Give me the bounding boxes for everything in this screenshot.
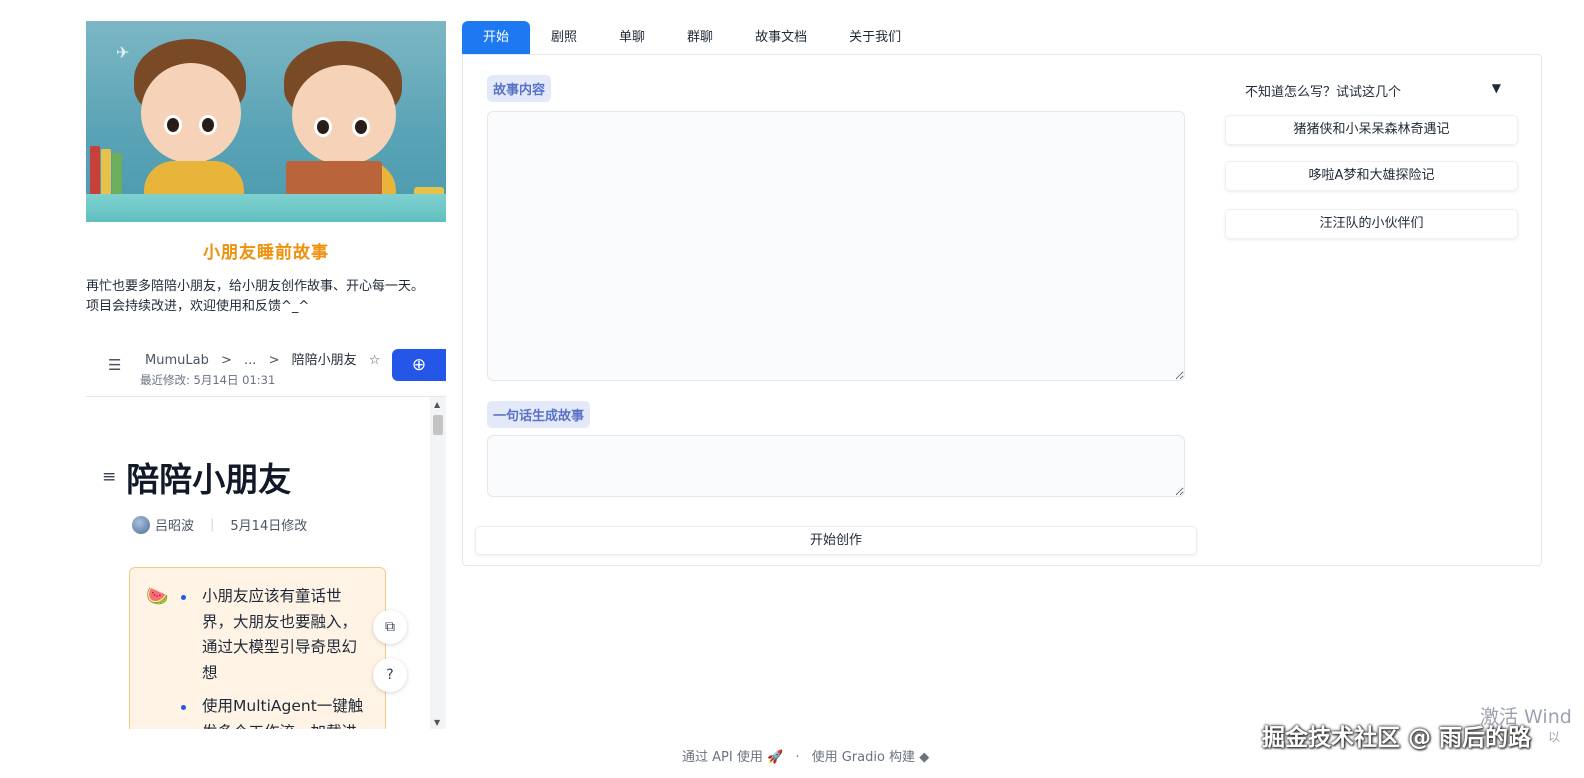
globe-icon: ⊕ <box>411 355 427 375</box>
doc-date: 5月14日修改 <box>230 519 308 534</box>
app-title: 小朋友睡前故事 <box>203 243 329 263</box>
tab-about-us[interactable]: 关于我们 <box>828 21 922 54</box>
scrollbar[interactable]: ▲ ▼ <box>430 397 446 729</box>
tab-start[interactable]: 开始 <box>462 21 531 54</box>
breadcrumb-more[interactable]: ... <box>244 353 256 368</box>
examples-title: 不知道怎么写？试试这几个 <box>1245 85 1402 100</box>
example-button[interactable]: 汪汪队的小伙伴们 <box>1225 209 1518 239</box>
scroll-up-icon[interactable]: ▲ <box>434 400 440 409</box>
toc-icon[interactable]: ≡ <box>102 467 116 487</box>
book-spine <box>90 146 100 198</box>
callout-block: 🍉 小朋友应该有童话世界，大朋友也要融入，通过大模型引导奇思幻想 使用Multi… <box>129 567 386 729</box>
example-button[interactable]: 哆啦A梦和大雄探险记 <box>1225 161 1518 191</box>
kid-eye <box>164 115 182 135</box>
hero-illustration: ✈ <box>86 21 446 222</box>
activate-windows-subtext: 以 <box>1548 730 1561 744</box>
sentence-input[interactable] <box>487 435 1185 497</box>
kid-face <box>292 65 396 165</box>
description-line: 项目会持续改进，欢迎使用和反馈^_^ <box>86 299 310 314</box>
built-with-gradio-link[interactable]: 使用 Gradio 构建 <box>812 750 915 765</box>
scroll-down-icon[interactable]: ▼ <box>434 718 440 727</box>
doc-title-row: ≡ 陪陪小朋友 <box>102 453 291 501</box>
doc-meta: 吕昭波 | 5月14日修改 <box>132 515 307 534</box>
source-watermark: 掘金技术社区 @ 雨后的路 <box>1262 725 1532 751</box>
help-button[interactable]: ? <box>373 658 407 692</box>
kid-eye <box>352 117 370 137</box>
footer-separator: · <box>795 750 800 765</box>
copy-icon: ⧉ <box>385 619 395 635</box>
story-content-label: 故事内容 <box>487 75 552 102</box>
meta-divider: | <box>210 517 215 532</box>
breadcrumb-item[interactable]: MumuLab <box>145 353 209 368</box>
airplane-icon: ✈ <box>116 43 130 62</box>
story-content-input[interactable] <box>487 111 1185 381</box>
collapse-menu-icon[interactable]: ☰ <box>108 356 121 374</box>
list-item: 使用MultiAgent一键触发多个工作流，加载进 <box>174 694 370 729</box>
tab-stills[interactable]: 剧照 <box>530 21 598 54</box>
footer: 通过 API 使用 🚀 · 使用 Gradio 构建 ◆ <box>682 746 929 765</box>
tab-single-chat[interactable]: 单聊 <box>598 21 666 54</box>
star-icon[interactable]: ☆ <box>369 353 381 368</box>
callout-list: 小朋友应该有童话世界，大朋友也要融入，通过大模型引导奇思幻想 使用MultiAg… <box>174 584 370 729</box>
start-panel: 故事内容 一句话生成故事 开始创作 不知道怎么写？试试这几个 ▼ 猪猪侠和小呆呆… <box>462 54 1542 566</box>
last-modified: 最近修改: 5月14日 01:31 <box>140 373 276 387</box>
breadcrumb-current: 陪陪小朋友 <box>291 353 357 368</box>
help-icon: ? <box>386 667 394 683</box>
kid-eye <box>199 115 217 135</box>
desk <box>86 194 446 222</box>
kid-face <box>141 63 241 163</box>
rocket-icon: 🚀 <box>766 750 784 765</box>
left-column: ✈ 小朋友睡前故事 再忙也要多陪陪小朋友，给小朋友创作故事、开心每一天。 项目会… <box>86 21 446 729</box>
breadcrumb-separator: > <box>268 353 280 368</box>
tab-group-chat[interactable]: 群聊 <box>666 21 734 54</box>
doc-header: ☰ MumuLab > ... > 陪陪小朋友 ☆ 最近修改: 5月14日 01… <box>86 341 446 397</box>
scroll-thumb[interactable] <box>433 415 443 435</box>
kid-eye <box>314 117 332 137</box>
breadcrumb-separator: > <box>220 353 232 368</box>
copy-button[interactable]: ⧉ <box>373 610 407 644</box>
breadcrumb: MumuLab > ... > 陪陪小朋友 ☆ <box>145 349 388 368</box>
app-description: 再忙也要多陪陪小朋友，给小朋友创作故事、开心每一天。 项目会持续改进，欢迎使用和… <box>86 277 446 317</box>
collapse-triangle-icon[interactable]: ▼ <box>1492 81 1501 95</box>
sentence-label: 一句话生成故事 <box>487 401 591 428</box>
tab-story-docs[interactable]: 故事文档 <box>734 21 828 54</box>
start-create-button[interactable]: 开始创作 <box>475 526 1197 555</box>
doc-title: 陪陪小朋友 <box>126 460 292 499</box>
description-line: 再忙也要多陪陪小朋友，给小朋友创作故事、开心每一天。 <box>86 279 425 294</box>
avatar <box>132 515 150 534</box>
list-item: 小朋友应该有童话世界，大朋友也要融入，通过大模型引导奇思幻想 <box>174 584 370 686</box>
doc-author[interactable]: 吕昭波 <box>155 515 194 534</box>
watermelon-icon: 🍉 <box>146 586 169 607</box>
globe-button[interactable]: ⊕ <box>392 349 446 381</box>
book-spine <box>112 153 122 198</box>
doc-frame: ≡ 陪陪小朋友 吕昭波 | 5月14日修改 🍉 小朋友应该有童话世界，大朋友也要… <box>86 396 446 729</box>
book-spine <box>101 149 111 198</box>
example-button[interactable]: 猪猪侠和小呆呆森林奇遇记 <box>1225 115 1518 145</box>
tab-bar: 开始 剧照 单聊 群聊 故事文档 关于我们 <box>462 21 922 54</box>
examples-header[interactable]: 不知道怎么写？试试这几个 ▼ <box>1245 81 1501 100</box>
gradio-logo-icon: ◆ <box>919 750 930 765</box>
use-via-api-link[interactable]: 通过 API 使用 <box>682 750 763 765</box>
